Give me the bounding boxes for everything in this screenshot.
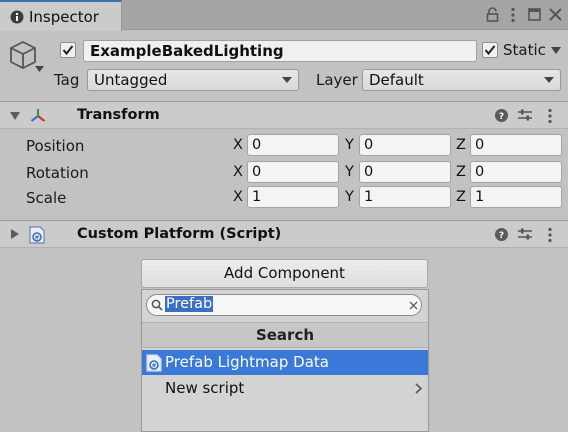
active-checkbox[interactable] — [60, 42, 76, 58]
component-search-input[interactable]: Prefab — [146, 294, 422, 316]
scale-z-field[interactable]: 1 — [470, 186, 562, 208]
scale-x-label[interactable]: X — [233, 189, 243, 205]
maximize-icon[interactable] — [528, 8, 541, 21]
position-label: Position — [26, 137, 85, 155]
foldout-expanded-icon[interactable] — [10, 112, 20, 120]
help-icon[interactable]: ? — [495, 109, 508, 122]
rotation-x-label[interactable]: X — [233, 164, 243, 180]
position-z-value: 0 — [475, 137, 485, 153]
inspector-tab[interactable]: Inspector — [0, 0, 122, 31]
scale-y-field[interactable]: 1 — [359, 186, 451, 208]
position-x-label[interactable]: X — [233, 137, 243, 153]
gameobject-cube-icon[interactable] — [9, 40, 37, 70]
help-icon[interactable]: ? — [495, 228, 508, 241]
csharp-script-icon: # — [146, 354, 162, 372]
rotation-y-field[interactable]: 0 — [359, 161, 451, 183]
static-checkbox[interactable] — [482, 42, 498, 58]
presets-icon[interactable] — [518, 108, 532, 122]
component-menu-icon[interactable] — [547, 108, 553, 124]
close-icon[interactable] — [549, 8, 562, 21]
static-dropdown-arrow-icon[interactable] — [551, 47, 561, 54]
scale-z-label[interactable]: Z — [456, 189, 466, 205]
chevron-down-icon — [544, 77, 554, 83]
position-z-label[interactable]: Z — [456, 137, 466, 153]
object-name-field[interactable]: ExampleBakedLighting — [83, 40, 477, 62]
layer-value: Default — [369, 71, 424, 89]
checkmark-icon — [62, 45, 74, 56]
position-x-field[interactable]: 0 — [247, 134, 339, 156]
transform-title: Transform — [77, 107, 160, 123]
result-item-prefab-lightmap-data[interactable]: # Prefab Lightmap Data — [142, 350, 428, 375]
position-x-value: 0 — [252, 137, 262, 153]
tag-value: Untagged — [94, 71, 168, 89]
chevron-right-icon — [415, 383, 422, 394]
position-y-field[interactable]: 0 — [359, 134, 451, 156]
rotation-x-field[interactable]: 0 — [247, 161, 339, 183]
chevron-down-icon — [282, 77, 292, 83]
svg-text:#: # — [34, 235, 39, 242]
tab-title: Inspector — [29, 8, 99, 26]
svg-text:#: # — [151, 363, 156, 370]
scale-y-value: 1 — [364, 189, 374, 205]
transform-icon — [29, 107, 47, 125]
lock-icon[interactable] — [486, 7, 499, 22]
add-component-button[interactable]: Add Component — [141, 259, 428, 288]
svg-text:?: ? — [499, 112, 504, 122]
search-icon — [151, 299, 163, 311]
foldout-collapsed-icon[interactable] — [11, 229, 19, 239]
svg-text:?: ? — [499, 231, 504, 241]
layer-label: Layer — [316, 71, 358, 89]
script-component-header[interactable]: # Custom Platform (Script) ? — [0, 220, 568, 248]
menu-dots-icon[interactable] — [510, 7, 516, 23]
static-label: Static — [503, 41, 546, 59]
popup-header: Search — [142, 322, 428, 348]
tag-label: Tag — [54, 71, 80, 89]
rotation-y-value: 0 — [364, 164, 374, 180]
rotation-z-value: 0 — [475, 164, 485, 180]
search-query-text: Prefab — [165, 296, 214, 312]
rotation-label: Rotation — [26, 164, 89, 182]
position-y-value: 0 — [364, 137, 374, 153]
scale-y-label[interactable]: Y — [345, 189, 354, 205]
clear-search-icon[interactable] — [409, 301, 418, 310]
object-name-value: ExampleBakedLighting — [90, 42, 284, 60]
position-z-field[interactable]: 0 — [470, 134, 562, 156]
rotation-z-label[interactable]: Z — [456, 164, 466, 180]
transform-header[interactable]: Transform ? — [0, 101, 568, 129]
rotation-y-label[interactable]: Y — [345, 164, 354, 180]
scale-label: Scale — [26, 189, 67, 207]
icon-dropdown-arrow-icon[interactable] — [35, 66, 44, 72]
result-item-new-script[interactable]: New script — [142, 376, 428, 401]
result-item-label: Prefab Lightmap Data — [165, 353, 329, 371]
scale-x-value: 1 — [252, 189, 262, 205]
presets-icon[interactable] — [518, 227, 532, 241]
scale-z-value: 1 — [475, 189, 485, 205]
rotation-x-value: 0 — [252, 164, 262, 180]
checkmark-icon — [484, 45, 496, 56]
script-component-title: Custom Platform (Script) — [77, 226, 282, 242]
result-item-label: New script — [165, 379, 245, 397]
info-icon — [10, 10, 24, 24]
layer-dropdown[interactable]: Default — [362, 69, 561, 91]
position-y-label[interactable]: Y — [345, 137, 354, 153]
scale-x-field[interactable]: 1 — [247, 186, 339, 208]
rotation-z-field[interactable]: 0 — [470, 161, 562, 183]
csharp-script-icon: # — [29, 226, 45, 244]
component-menu-icon[interactable] — [547, 227, 553, 243]
tag-dropdown[interactable]: Untagged — [87, 69, 299, 91]
